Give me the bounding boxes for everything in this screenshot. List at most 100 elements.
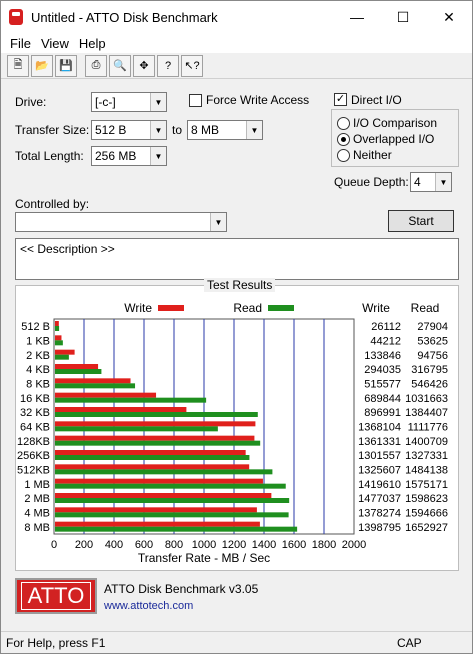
y-tick-label: 64 KB [20,422,50,434]
direct-io-label: Direct I/O [351,93,402,107]
x-tick-label: 200 [75,539,93,551]
io-comparison-radio[interactable] [337,117,350,130]
io-comparison-label: I/O Comparison [353,116,438,130]
benchmark-chart: Write Read Write Read 0 200 400 600 800 1000 1200 1… [17,301,448,565]
menu-view[interactable]: View [36,36,74,51]
neither-radio[interactable] [337,149,350,162]
read-value: 546426 [411,379,448,391]
chevron-down-icon: ▼ [150,93,166,111]
overlapped-io-label: Overlapped I/O [353,132,435,146]
read-value: 316795 [411,364,448,376]
queue-depth-select[interactable]: 4 ▼ [410,172,452,192]
help-icon[interactable]: ? [157,54,179,77]
direct-io-checkbox[interactable]: ✓ [334,93,347,106]
read-value: 1384407 [405,407,448,419]
queue-depth-label: Queue Depth: [334,175,409,189]
legend-write-swatch [158,305,184,311]
write-bar [55,349,75,355]
y-tick-label: 8 MB [24,522,50,534]
y-tick-label: 32 KB [20,407,50,419]
read-bar [55,326,60,331]
write-bar [55,321,59,326]
minimize-button[interactable]: — [334,1,380,33]
write-value: 1477037 [358,493,401,505]
save-icon[interactable]: 💾 [55,54,77,77]
read-bar [55,369,102,374]
menu-bar: File View Help [1,33,472,53]
total-length-value: 256 MB [95,149,137,163]
transfer-from-value: 512 B [95,123,127,137]
transfer-to-select[interactable]: 8 MB ▼ [187,120,263,140]
open-folder-icon[interactable]: 📂 [31,54,53,77]
write-bar [55,335,62,341]
read-value: 1111776 [408,422,448,434]
controlled-by-select[interactable]: ▼ [15,212,227,232]
x-tick-label: 0 [51,539,57,551]
status-cap-indicator: CAP [397,636,422,650]
status-bar: For Help, press F1 CAP [1,631,472,653]
write-bar [55,378,131,384]
y-tick-label: 512KB [17,465,50,477]
write-value: 1378274 [358,508,401,520]
y-tick-label: 512 B [21,321,50,333]
maximize-button[interactable]: ☐ [380,1,426,33]
read-bar [55,426,218,432]
y-tick-label: 4 KB [26,364,50,376]
logo-text: ATTO [20,582,92,610]
drive-label: Drive: [15,95,47,109]
y-tick-label: 1 MB [24,479,50,491]
controlled-by-label: Controlled by: [15,197,90,211]
menu-help[interactable]: Help [74,36,111,51]
status-help-text: For Help, press F1 [6,636,106,650]
transfer-to-value: 8 MB [191,123,220,137]
context-help-icon[interactable]: ↖? [181,54,203,77]
write-bar [55,464,250,470]
write-value: 26112 [371,321,401,333]
write-value: 1361331 [358,436,401,448]
description-field[interactable]: << Description >> [15,238,459,280]
atto-logo: ATTO [15,578,97,614]
write-value: 1301557 [358,450,401,462]
chevron-down-icon: ▼ [210,213,226,231]
website-link[interactable]: www.attotech.com [104,600,193,612]
write-value: 515577 [364,379,401,391]
menu-file[interactable]: File [5,36,36,51]
write-value: 294035 [364,364,401,376]
queue-depth-value: 4 [414,175,421,189]
write-bar [55,435,255,441]
write-value: 44212 [370,336,401,348]
print-icon[interactable]: ⎙ [85,54,107,77]
transfer-size-label: Transfer Size: [15,123,90,137]
column-header-write: Write [362,301,390,315]
write-bar [55,392,157,398]
app-window: Untitled - ATTO Disk Benchmark — ☐ ✕ Fil… [0,0,473,654]
start-button[interactable]: Start [388,210,454,232]
print-preview-icon[interactable]: 🔍 [109,54,131,77]
write-value: 689844 [364,393,401,405]
x-tick-label: 1200 [222,539,246,551]
write-value: 896991 [364,407,401,419]
x-tick-label: 1600 [282,539,306,551]
force-write-checkbox[interactable] [189,94,202,107]
read-value: 1031663 [405,393,448,405]
total-length-label: Total Length: [15,149,84,163]
drive-select[interactable]: [-c-] ▼ [91,92,167,112]
read-bar [55,383,136,389]
chevron-down-icon: ▼ [435,173,451,191]
total-length-select[interactable]: 256 MB ▼ [91,146,167,166]
write-bar [55,521,260,527]
y-tick-label: 128KB [17,436,50,448]
read-bar [55,354,69,360]
move-icon[interactable]: ✥ [133,54,155,77]
new-file-icon[interactable]: 🗎 [7,54,29,77]
transfer-from-select[interactable]: 512 B ▼ [91,120,167,140]
read-value: 1327331 [405,450,448,462]
test-results-panel: Test Results Write Read Write Read 0 200 400 60… [15,278,459,571]
y-tick-label: 2 MB [24,493,50,505]
app-icon [9,9,23,25]
read-bar [55,440,261,446]
overlapped-io-radio[interactable] [337,133,350,146]
close-button[interactable]: ✕ [426,1,472,33]
x-tick-label: 800 [165,539,183,551]
y-tick-label: 1 KB [26,336,50,348]
